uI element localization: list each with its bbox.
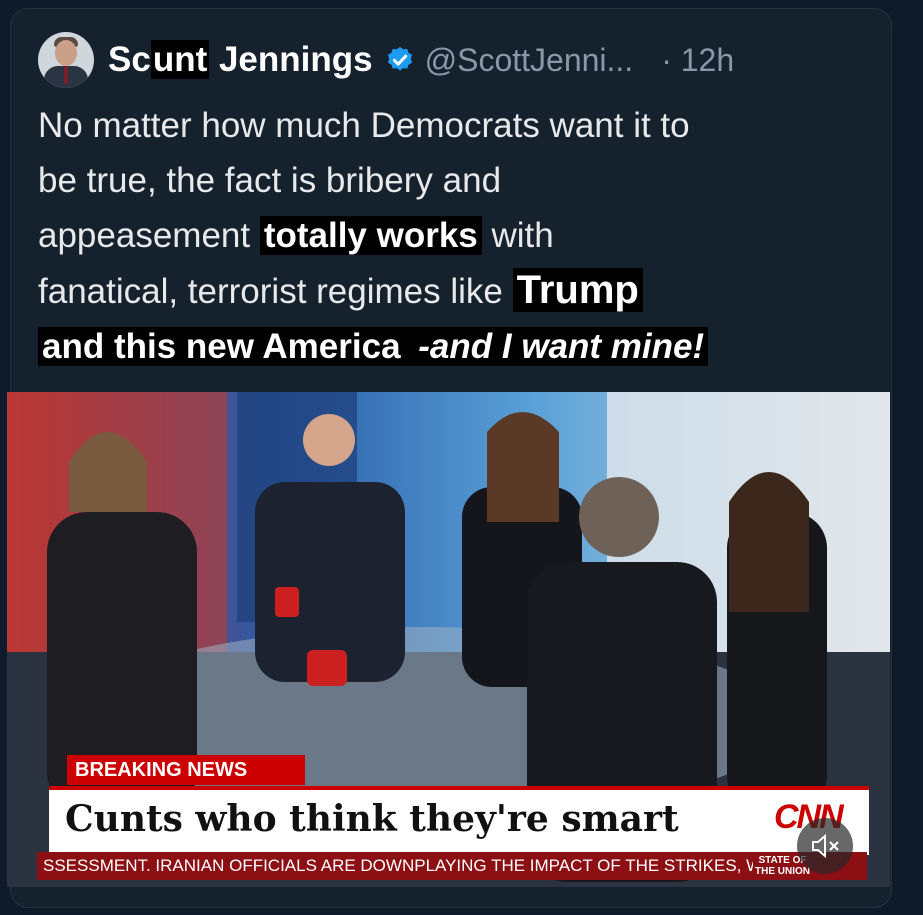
tweet-line: appeasement totally works with [38,216,554,255]
name-highlight: unt [150,40,210,79]
mute-button[interactable] [797,818,853,874]
tweet-line: No matter how much Democrats want it to [38,106,690,145]
tweet-line: be true, the fact is bribery and [38,161,502,200]
user-handle[interactable]: @ScottJenni... [425,42,634,79]
breaking-news-label: BREAKING NEWS [67,755,305,785]
highlight-text: totally works [259,216,482,255]
display-name[interactable]: Scunt Jennings [108,40,373,80]
timestamp[interactable]: · 12h [661,42,734,79]
headline-text: Cunts who think they're smart [65,798,679,840]
tweet-line: fanatical, terrorist regimes like Trump [38,263,878,319]
speaker-muted-icon [812,833,839,859]
avatar[interactable] [38,32,94,88]
news-ticker: SSESSMENT. IRANIAN OFFICIALS ARE DOWNPLA… [37,852,867,880]
tweet-header: Scunt Jennings @ScottJenni... · 12h [38,30,734,90]
highlight-text: and this new America [38,327,415,366]
news-lower-third: BREAKING NEWS Cunts who think they're sm… [7,740,890,887]
tweet-text: No matter how much Democrats want it to … [38,98,878,374]
tweet-line: and this new America -and I want mine! [38,319,878,374]
headline-bar: Cunts who think they're smart CNN [49,786,869,855]
highlight-text: -and I want mine! [414,327,709,366]
video-player[interactable]: BREAKING NEWS Cunts who think they're sm… [7,392,890,887]
highlight-text: Trump [512,268,643,312]
verified-badge-icon [387,46,412,71]
